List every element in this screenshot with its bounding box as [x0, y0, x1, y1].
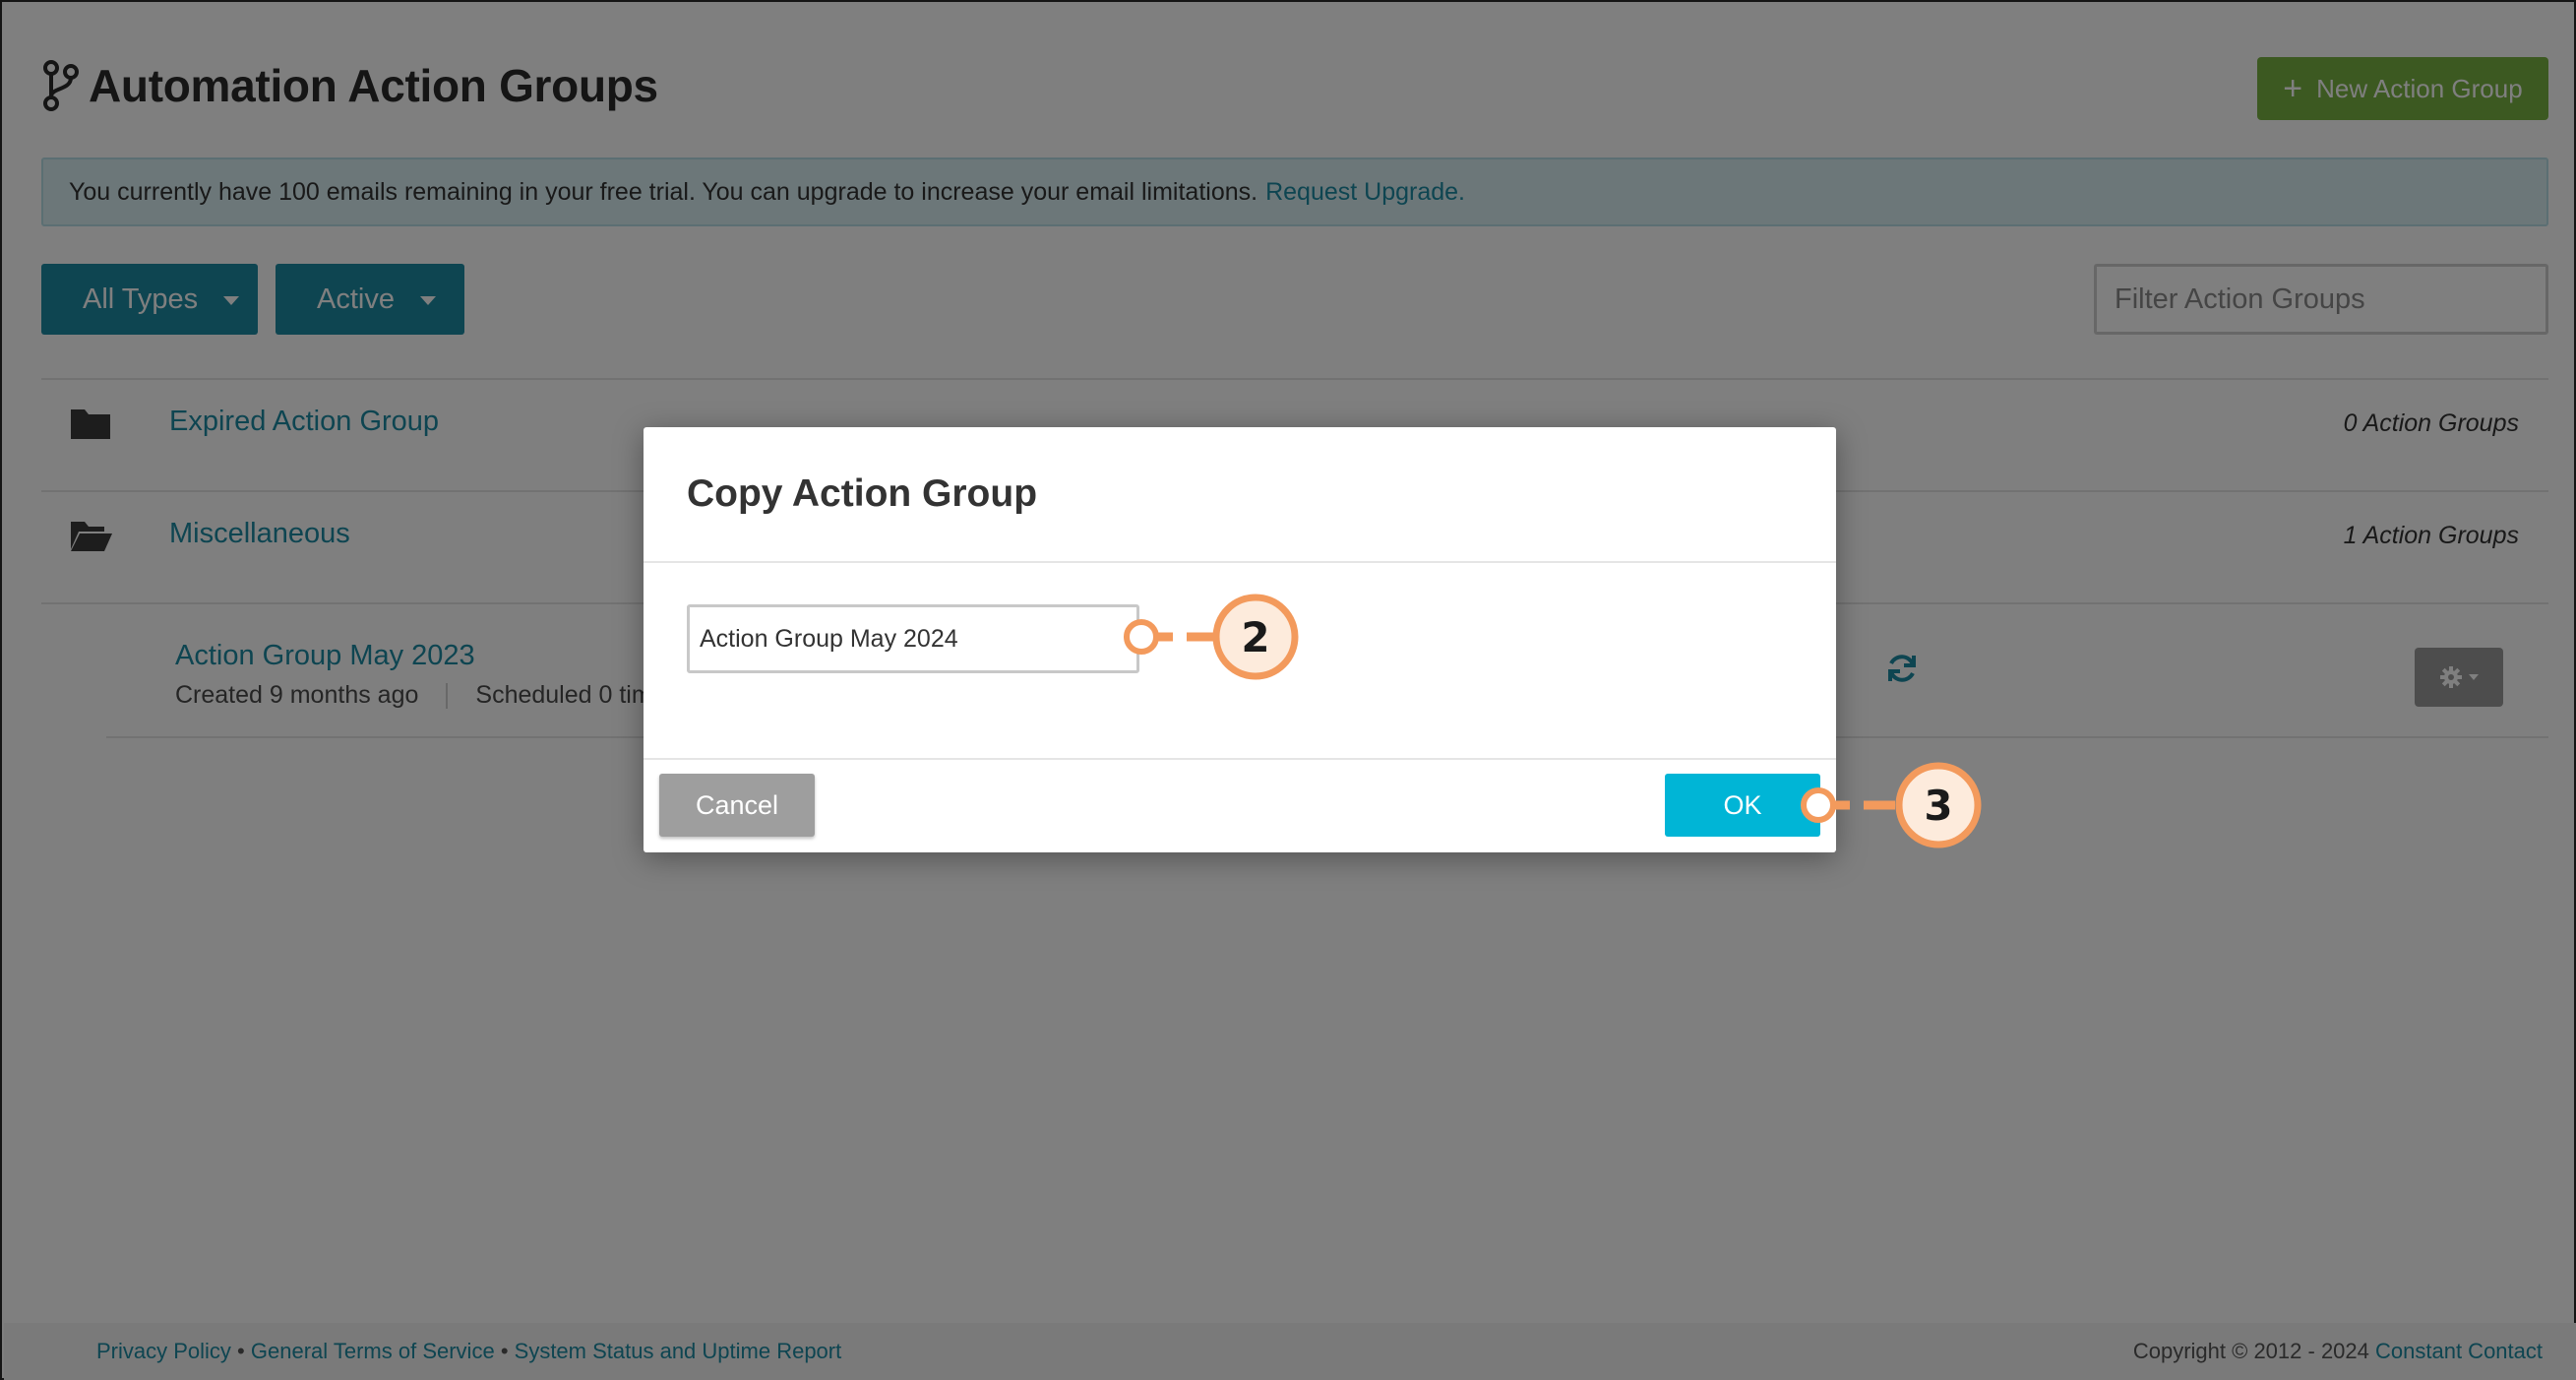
- ok-button[interactable]: OK: [1665, 774, 1820, 837]
- action-group-name-input[interactable]: [687, 604, 1139, 673]
- dialog-divider: [644, 561, 1836, 563]
- cancel-button[interactable]: Cancel: [659, 774, 815, 837]
- dialog-divider: [644, 758, 1836, 760]
- dialog-title: Copy Action Group: [687, 472, 1038, 515]
- copy-action-group-dialog: Copy Action Group Cancel OK: [644, 427, 1836, 852]
